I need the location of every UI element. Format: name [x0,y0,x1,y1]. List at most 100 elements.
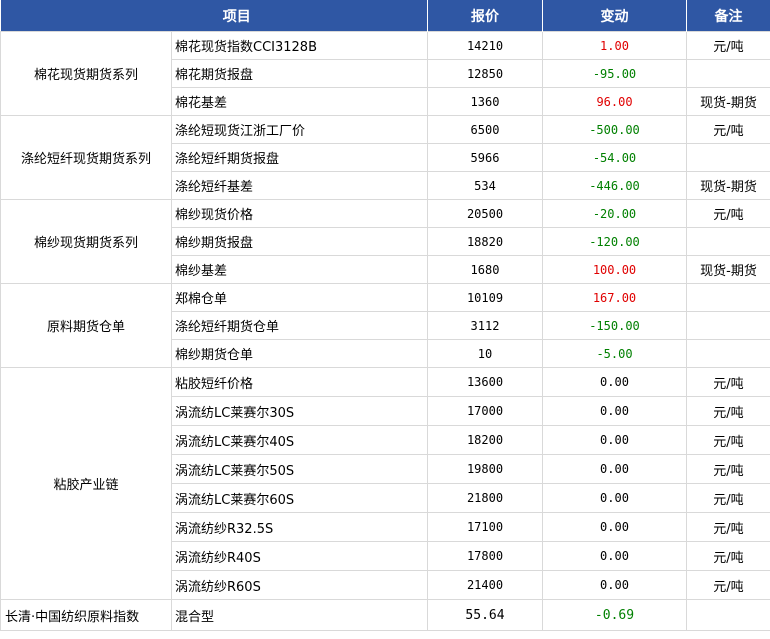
note-cell [686,599,770,631]
item-cell: 郑棉仓单 [171,283,428,312]
header-row: 项目 报价 变动 备注 [0,0,770,32]
change-cell: 0.00 [542,425,687,455]
header-item: 项目 [0,0,428,32]
price-cell: 17000 [427,396,543,426]
item-cell: 涤纶短现货江浙工厂价 [171,115,428,144]
price-cell: 12850 [427,59,543,88]
note-cell: 元/吨 [686,454,770,484]
change-cell: 0.00 [542,570,687,600]
note-cell [686,311,770,340]
price-cell: 17800 [427,541,543,571]
header-change: 变动 [542,0,687,32]
change-cell: 1.00 [542,31,687,60]
price-cell: 18820 [427,227,543,256]
item-cell: 涤纶短纤基差 [171,171,428,200]
change-cell: 100.00 [542,255,687,284]
price-cell: 21400 [427,570,543,600]
item-cell: 棉花期货报盘 [171,59,428,88]
item-cell: 涡流纺LC莱赛尔40S [171,425,428,455]
table-row: 粘胶产业链 粘胶短纤价格 13600 0.00 元/吨 [0,367,770,600]
item-cell: 棉纱基差 [171,255,428,284]
change-cell: -95.00 [542,59,687,88]
change-cell: 0.00 [542,396,687,426]
price-cell: 18200 [427,425,543,455]
note-cell: 元/吨 [686,570,770,600]
change-cell: 0.00 [542,541,687,571]
category-cell: 原料期货仓单 [0,283,172,368]
price-table: 项目 报价 变动 备注 棉花现货期货系列 棉花现货指数CCI3128B 14210 1… [0,0,770,631]
price-cell: 5966 [427,143,543,172]
header-note: 备注 [686,0,770,32]
price-cell: 13600 [427,367,543,397]
note-cell [686,59,770,88]
note-cell [686,339,770,368]
item-cell: 涡流纺纱R32.5S [171,512,428,542]
note-cell: 元/吨 [686,483,770,513]
note-cell: 现货-期货 [686,255,770,284]
price-cell: 17100 [427,512,543,542]
item-cell: 棉纱期货报盘 [171,227,428,256]
category-cell: 粘胶产业链 [0,367,172,600]
change-cell: -500.00 [542,115,687,144]
change-cell: 167.00 [542,283,687,312]
item-cell: 涡流纺纱R40S [171,541,428,571]
note-cell: 现货-期货 [686,171,770,200]
category-cell: 棉花现货期货系列 [0,31,172,116]
item-cell: 粘胶短纤价格 [171,367,428,397]
item-cell: 涤纶短纤期货仓单 [171,311,428,340]
table-row: 长清·中国纺织原料指数 混合型 55.64 -0.69 [0,599,770,631]
note-cell [686,283,770,312]
note-cell: 元/吨 [686,31,770,60]
change-cell: -20.00 [542,199,687,228]
note-cell: 元/吨 [686,541,770,571]
item-cell: 棉花现货指数CCI3128B [171,31,428,60]
item-cell: 涡流纺纱R60S [171,570,428,600]
item-cell: 涡流纺LC莱赛尔60S [171,483,428,513]
price-cell: 19800 [427,454,543,484]
header-price: 报价 [427,0,543,32]
price-cell: 21800 [427,483,543,513]
price-cell: 10109 [427,283,543,312]
note-cell [686,227,770,256]
note-cell: 现货-期货 [686,87,770,116]
note-cell: 元/吨 [686,396,770,426]
price-cell: 6500 [427,115,543,144]
change-cell: 0.00 [542,483,687,513]
category-cell: 涤纶短纤现货期货系列 [0,115,172,200]
category-cell: 长清·中国纺织原料指数 [0,599,172,631]
change-cell: -150.00 [542,311,687,340]
change-cell: -5.00 [542,339,687,368]
item-cell: 涡流纺LC莱赛尔50S [171,454,428,484]
price-cell: 55.64 [427,599,543,631]
change-cell: -0.69 [542,599,687,631]
table-row: 棉纱现货期货系列 棉纱现货价格 20500 -20.00 元/吨 [0,199,770,284]
price-cell: 534 [427,171,543,200]
item-cell: 涡流纺LC莱赛尔30S [171,396,428,426]
note-cell: 元/吨 [686,425,770,455]
note-cell: 元/吨 [686,367,770,397]
price-cell: 10 [427,339,543,368]
price-cell: 14210 [427,31,543,60]
item-cell: 混合型 [171,599,428,631]
change-cell: 0.00 [542,367,687,397]
table-row: 棉花现货期货系列 棉花现货指数CCI3128B 14210 1.00 元/吨 [0,31,770,116]
price-cell: 1680 [427,255,543,284]
note-cell: 元/吨 [686,199,770,228]
price-cell: 20500 [427,199,543,228]
category-cell: 棉纱现货期货系列 [0,199,172,284]
item-cell: 棉纱现货价格 [171,199,428,228]
item-cell: 棉花基差 [171,87,428,116]
change-cell: -120.00 [542,227,687,256]
item-cell: 涤纶短纤期货报盘 [171,143,428,172]
change-cell: -54.00 [542,143,687,172]
change-cell: 0.00 [542,512,687,542]
note-cell: 元/吨 [686,115,770,144]
table-body: 棉花现货期货系列 棉花现货指数CCI3128B 14210 1.00 元/吨 棉花期货报盘… [0,31,770,631]
item-cell: 棉纱期货仓单 [171,339,428,368]
table-row: 涤纶短纤现货期货系列 涤纶短现货江浙工厂价 6500 -500.00 元/吨 [0,115,770,200]
change-cell: 96.00 [542,87,687,116]
note-cell [686,143,770,172]
change-cell: 0.00 [542,454,687,484]
price-cell: 3112 [427,311,543,340]
change-cell: -446.00 [542,171,687,200]
